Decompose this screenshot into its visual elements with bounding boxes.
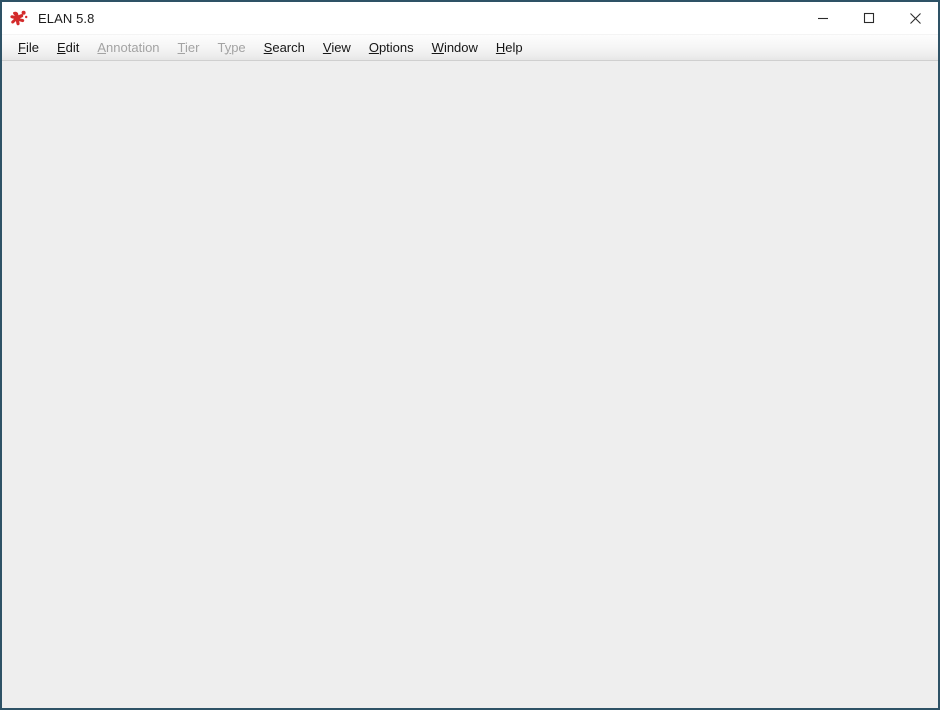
close-button[interactable] (892, 2, 938, 34)
menu-item-search[interactable]: Search (255, 38, 314, 58)
title-bar-left: ELAN 5.8 (2, 2, 94, 34)
minimize-button[interactable] (800, 2, 846, 34)
window-title: ELAN 5.8 (38, 10, 95, 26)
menu-item-help[interactable]: Help (487, 38, 532, 58)
menu-item-file[interactable]: File (9, 38, 48, 58)
menu-item-tier: Tier (177, 39, 200, 55)
title-bar: ELAN 5.8 (2, 2, 938, 34)
menu-bar: File Edit Annotation Tier Type Search View Opti… (2, 34, 938, 61)
menu-item-view[interactable]: View (314, 38, 360, 58)
menu-item-window[interactable]: Window (423, 38, 487, 58)
menu-item-edit[interactable]: Edit (48, 38, 88, 58)
elan-logo-icon (10, 8, 30, 28)
menu-item-type: Type (217, 39, 246, 55)
menu-item-options[interactable]: Options (360, 38, 423, 58)
main-content-area (2, 61, 938, 708)
menu-item-annotation: Annotation (97, 39, 160, 55)
elan-main-window: ELAN 5.8 FileEdit Annotation Tier Type (0, 0, 940, 710)
maximize-button[interactable] (846, 2, 892, 34)
window-controls (800, 2, 938, 34)
